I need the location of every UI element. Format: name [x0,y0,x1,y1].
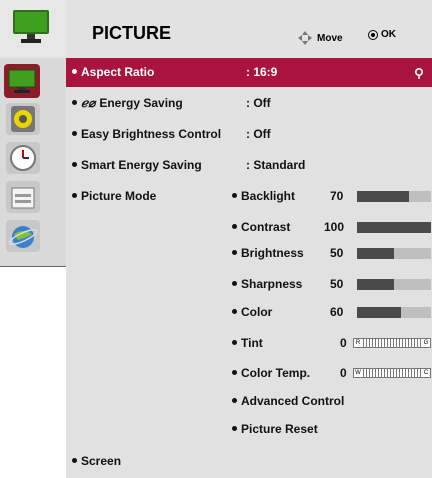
sub-item-brightness[interactable]: Brightness [232,246,304,260]
picture-menu: PICTURE Move OK Aspect Ratio: 16:9 ℯ⌀ E… [0,0,432,478]
ok-hint: OK [368,29,396,40]
menu-item-label: Aspect Ratio [81,65,155,79]
brightness-value: 50 [330,246,344,260]
menu-item-label: Easy Brightness Control [81,127,222,141]
slider-fill [357,279,394,290]
sub-item-backlight[interactable]: Backlight [232,189,295,203]
slider-fill [357,222,431,233]
header-tv-icon [0,0,66,58]
bullet-icon [232,370,237,375]
info-pin-icon [414,67,424,85]
sub-item-label: Brightness [241,246,304,260]
brightness-slider[interactable] [357,248,431,259]
sub-item-advanced-control[interactable]: Advanced Control [232,394,344,408]
bullet-icon [232,224,237,229]
sub-item-label: Color Temp. [241,366,311,380]
bullet-icon [232,193,237,198]
sub-item-label: Sharpness [241,277,303,291]
slider-fill [357,307,402,318]
sharpness-slider[interactable] [357,279,431,290]
menu-item-aspect-ratio[interactable]: Aspect Ratio [72,65,154,79]
sub-item-label: Color [241,305,273,319]
picture-tab-icon[interactable] [4,64,40,98]
bullet-icon [232,340,237,345]
menu-item-label: Picture Mode [81,189,157,203]
sub-item-label: Backlight [241,189,296,203]
bullet-icon [72,162,77,167]
menu-item-label: Screen [81,454,122,468]
tint-value: 0 [340,336,347,350]
menu-item-picture-mode[interactable]: Picture Mode [72,189,156,203]
sidebar-tabs [0,58,66,267]
move-arrows-icon [298,31,312,45]
color-slider[interactable] [357,307,431,318]
option-tab-icon[interactable] [6,181,40,213]
color-temp-left-label: W [354,369,362,377]
backlight-value: 70 [330,189,344,203]
color-temp-value: 0 [340,366,347,380]
slider-fill [357,191,409,202]
backlight-slider[interactable] [357,191,431,202]
bullet-icon [232,281,237,286]
bullet-icon [232,250,237,255]
bullet-icon [72,100,77,105]
smart-energy-value: : Standard [246,158,306,172]
network-tab-icon[interactable] [6,220,40,252]
ok-label: OK [381,29,396,40]
menu-item-energy-saving[interactable]: ℯ⌀ Energy Saving [72,96,183,110]
bullet-icon [72,131,77,136]
bullet-icon [72,458,77,463]
contrast-slider[interactable] [357,222,431,233]
sub-item-picture-reset[interactable]: Picture Reset [232,422,318,436]
energy-saving-value: : Off [246,96,271,110]
menu-item-easy-brightness[interactable]: Easy Brightness Control [72,127,221,141]
menu-item-smart-energy-saving[interactable]: Smart Energy Saving [72,158,202,172]
sub-item-label: Tint [241,336,263,350]
aspect-ratio-value: : 16:9 [246,65,278,79]
page-title: PICTURE [92,23,172,43]
eco-icon: ℯ⌀ [81,96,96,110]
time-tab-icon[interactable] [6,142,40,174]
slider-fill [357,248,394,259]
sub-item-color-temp[interactable]: Color Temp. [232,366,310,380]
menu-panel [66,58,432,478]
sub-item-label: Advanced Control [241,394,345,408]
tint-slider[interactable]: R G [353,338,431,348]
audio-tab-icon[interactable] [6,103,40,135]
sub-item-label: Picture Reset [241,422,318,436]
sharpness-value: 50 [330,277,344,291]
bullet-icon [232,309,237,314]
menu-item-label: Smart Energy Saving [81,158,202,172]
bullet-icon [232,398,237,403]
sub-item-tint[interactable]: Tint [232,336,263,350]
contrast-value: 100 [324,220,345,234]
color-temp-right-label: C [422,369,430,377]
sub-item-contrast[interactable]: Contrast [232,220,290,234]
tint-left-label: R [354,339,362,347]
ok-button-icon [368,29,378,40]
color-temp-slider[interactable]: W C [353,368,431,378]
bullet-icon [72,193,77,198]
tint-right-label: G [422,339,430,347]
sub-item-sharpness[interactable]: Sharpness [232,277,302,291]
move-label: Move [317,32,343,44]
menu-item-label: Energy Saving [99,96,183,110]
bullet-icon [232,426,237,431]
menu-item-screen[interactable]: Screen [72,454,121,468]
sub-item-label: Contrast [241,220,291,234]
color-value: 60 [330,305,344,319]
sub-item-color[interactable]: Color [232,305,272,319]
move-hint: Move [297,30,343,46]
bullet-icon [72,69,77,74]
easy-brightness-value: : Off [246,127,271,141]
